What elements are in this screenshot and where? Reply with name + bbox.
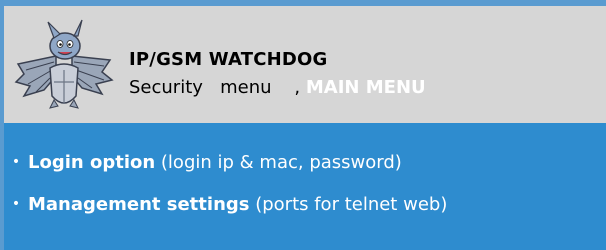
menu-item-description: (login ip & mac, password) xyxy=(155,152,402,173)
bat-dragon-mascot-icon xyxy=(14,19,114,109)
main-menu-link[interactable]: MAIN MENU xyxy=(306,77,426,98)
header: IP/GSM WATCHDOG Security menu , MAIN MEN… xyxy=(4,6,606,123)
menu-item-description: (ports for telnet web) xyxy=(249,194,448,215)
bullet-icon: • xyxy=(11,154,21,170)
app-frame: IP/GSM WATCHDOG Security menu , MAIN MEN… xyxy=(0,0,606,250)
security-menu-label: Security menu , xyxy=(129,77,301,98)
menu-item-management-settings[interactable]: • Management settings (ports for telnet w… xyxy=(4,194,447,222)
menu-item-label[interactable]: Management settings xyxy=(28,194,249,215)
app-title: IP/GSM WATCHDOG xyxy=(129,49,328,70)
security-menu-list: • Login option (login ip & mac, password)… xyxy=(4,123,606,250)
menu-item-login-option[interactable]: • Login option (login ip & mac, password) xyxy=(4,152,402,180)
menu-item-label[interactable]: Login option xyxy=(28,152,155,173)
breadcrumb: Security menu , MAIN MENU xyxy=(129,77,426,98)
bullet-icon: • xyxy=(11,196,21,212)
